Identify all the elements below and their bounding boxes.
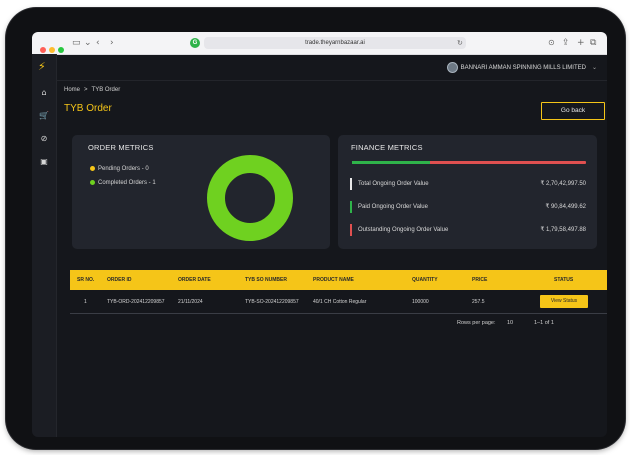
company-selector[interactable]: BANNARI AMMAN SPINNING MILLS LIMITED ⌄ — [446, 61, 597, 75]
brand-logo-icon[interactable]: ⚡ — [38, 60, 46, 73]
finance-row-label: Paid Ongoing Order Value — [358, 204, 428, 210]
payment-progress-fill — [352, 161, 431, 164]
breadcrumb-current: TYB Order — [91, 87, 121, 93]
column-header: STATUS — [554, 277, 574, 283]
maximize-window-icon[interactable] — [58, 47, 64, 53]
page-title: TYB Order — [64, 103, 112, 114]
column-header: ORDER DATE — [178, 277, 211, 283]
finance-metrics-title: FINANCE METRICS — [351, 143, 423, 152]
browser-toolbar: ▭ ⌄ ‹ › G trade.theyarnbazaar.ai ↻ ⊙ ⇪ +… — [32, 32, 607, 55]
company-avatar — [446, 61, 458, 73]
finance-metrics-card: FINANCE METRICS Total Ongoing Order Valu… — [338, 135, 597, 249]
finance-row-paid: Paid Ongoing Order Value ₹ 90,84,499.62 — [350, 201, 586, 213]
finance-row-outstanding: Outstanding Ongoing Order Value ₹ 1,79,5… — [350, 224, 586, 236]
company-name: BANNARI AMMAN SPINNING MILLS LIMITED — [460, 65, 586, 71]
header-divider — [56, 80, 607, 81]
order-metrics-card: ORDER METRICS Pending Orders - 0 Complet… — [72, 135, 330, 249]
sidebar-item-orders[interactable]: ⊘ — [39, 134, 49, 144]
sidebar-item-home[interactable]: ⌂ — [39, 88, 49, 98]
chevron-down-icon: ⌄ — [591, 64, 597, 71]
finance-row-marker — [350, 201, 352, 213]
breadcrumb-separator: > — [84, 87, 88, 93]
finance-row-label: Total Ongoing Order Value — [358, 181, 429, 187]
screen: ▭ ⌄ ‹ › G trade.theyarnbazaar.ai ↻ ⊙ ⇪ +… — [32, 32, 607, 437]
order-metrics-title: ORDER METRICS — [88, 143, 154, 152]
legend-completed-label: Completed Orders - 1 — [98, 180, 156, 187]
forward-icon[interactable]: › — [110, 37, 114, 49]
legend-pending-label: Pending Orders - 0 — [98, 166, 149, 173]
go-back-button[interactable]: Go back — [541, 102, 605, 120]
download-icon[interactable]: ⊙ — [548, 37, 555, 49]
cell-quantity: 100000 — [412, 299, 429, 305]
tablet-frame: ▭ ⌄ ‹ › G trade.theyarnbazaar.ai ↻ ⊙ ⇪ +… — [6, 8, 625, 449]
finance-row-value: ₹ 1,79,58,497.88 — [540, 227, 586, 233]
finance-row-value: ₹ 90,84,499.62 — [545, 204, 586, 210]
payment-progress-bar — [352, 161, 586, 164]
finance-row-total: Total Ongoing Order Value ₹ 2,70,42,997.… — [350, 178, 586, 190]
sidebar-item-cart[interactable]: 🛒 — [39, 111, 49, 121]
close-window-icon[interactable] — [40, 47, 46, 53]
reload-icon[interactable]: ↻ — [457, 37, 463, 49]
cell-order-id: TYB-ORD-202412209857 — [107, 299, 165, 305]
donut-segment-completed — [207, 155, 293, 241]
back-icon[interactable]: ‹ — [96, 37, 100, 49]
column-header: PRODUCT NAME — [313, 277, 354, 283]
view-status-button[interactable]: View Status — [540, 295, 588, 308]
column-header: PRICE — [472, 277, 488, 283]
legend-completed: Completed Orders - 1 — [90, 180, 156, 186]
legend-pending: Pending Orders - 0 — [90, 166, 149, 172]
google-icon[interactable]: G — [190, 38, 200, 48]
table-row: 1 TYB-ORD-202412209857 21/11/2024 TYB-SO… — [70, 291, 607, 314]
rows-per-page-select[interactable]: 10 — [507, 320, 513, 326]
pending-dot-icon — [90, 166, 95, 171]
share-icon[interactable]: ⇪ — [562, 37, 570, 49]
table-header-row: SR NO. ORDER ID ORDER DATE TYB SO NUMBER… — [70, 270, 607, 290]
sidebar-toggle-icon[interactable]: ▭ — [72, 37, 81, 49]
chevron-down-icon[interactable]: ⌄ — [84, 37, 92, 49]
completed-dot-icon — [90, 180, 95, 185]
rows-per-page-label: Rows per page: — [457, 320, 496, 326]
finance-row-label: Outstanding Ongoing Order Value — [358, 227, 449, 233]
column-header: QUANTITY — [412, 277, 438, 283]
column-header: ORDER ID — [107, 277, 132, 283]
cell-price: 257.5 — [472, 299, 485, 305]
cell-so-number: TYB-SO-202412209857 — [245, 299, 299, 305]
sidebar: ⚡ ⌂ 🛒 ⊘ ▣ — [32, 54, 57, 437]
order-status-donut-chart — [207, 155, 293, 241]
new-tab-icon[interactable]: + — [577, 37, 585, 49]
cell-sr-no: 1 — [84, 299, 87, 305]
breadcrumb: Home > TYB Order — [64, 87, 120, 93]
address-bar[interactable]: trade.theyarnbazaar.ai — [204, 37, 466, 49]
cell-order-date: 21/11/2024 — [178, 299, 203, 305]
cell-product-name: 40/1 CH Cotton Regular — [313, 299, 367, 305]
finance-row-marker — [350, 178, 352, 190]
minimize-window-icon[interactable] — [49, 47, 55, 53]
tabs-overview-icon[interactable]: ⧉ — [590, 37, 596, 49]
finance-row-value: ₹ 2,70,42,997.50 — [540, 181, 586, 187]
sidebar-item-documents[interactable]: ▣ — [39, 157, 49, 167]
pagination-range: 1–1 of 1 — [534, 320, 554, 326]
column-header: TYB SO NUMBER — [245, 277, 287, 283]
finance-row-marker — [350, 224, 352, 236]
breadcrumb-home[interactable]: Home — [64, 87, 80, 93]
column-header: SR NO. — [77, 277, 95, 283]
